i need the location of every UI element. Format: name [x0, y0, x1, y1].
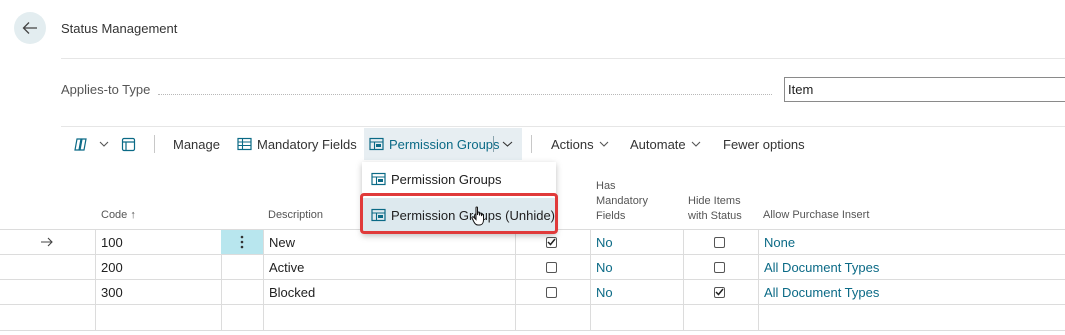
has-mandatory-fields-cell[interactable]: No	[596, 255, 613, 279]
copilot-menu-button[interactable]	[73, 128, 109, 160]
automate-menu-button[interactable]: Automate	[630, 128, 701, 160]
mandatory-checkbox[interactable]	[546, 255, 557, 279]
allow-purchase-insert-cell[interactable]: All Document Types	[764, 255, 879, 279]
open-in-page-button[interactable]	[121, 128, 140, 160]
column-header-description[interactable]: Description	[268, 208, 323, 223]
menu-item-permission-groups[interactable]: Permission Groups	[362, 162, 556, 196]
allow-purchase-insert-cell[interactable]: None	[764, 230, 795, 254]
toolbar-separator	[154, 135, 155, 153]
permission-groups-icon	[371, 208, 387, 223]
checkbox-unchecked-icon	[714, 261, 725, 273]
code-header-label: Code	[101, 209, 128, 221]
checkbox-checked-icon	[714, 286, 725, 298]
description-cell[interactable]: New	[269, 230, 295, 254]
permission-groups-button[interactable]: Permission Groups	[369, 128, 500, 160]
permission-groups-label: Permission Groups	[389, 136, 500, 152]
hide-items-checkbox[interactable]	[714, 255, 725, 279]
column-header-code[interactable]: Code ↑	[101, 208, 136, 223]
empty-new-row[interactable]	[0, 304, 1065, 329]
checkbox-unchecked-icon	[546, 286, 557, 298]
table-row[interactable]: 200 Active No All Document Types	[0, 254, 1065, 279]
description-cell[interactable]: Blocked	[269, 280, 315, 304]
menu-item-label: Permission Groups	[391, 171, 502, 187]
has-mandatory-fields-cell[interactable]: No	[596, 280, 613, 304]
checkbox-unchecked-icon	[714, 236, 725, 248]
checkbox-checked-icon	[546, 236, 557, 248]
action-bar: Manage Mandatory Fields Permission Group…	[61, 128, 1065, 160]
divider	[61, 58, 1065, 59]
current-row-arrow-icon	[40, 230, 60, 254]
hand-pointer-cursor-icon	[471, 206, 487, 233]
manage-menu-button[interactable]: Manage	[173, 128, 220, 160]
header-line: Mandatory	[596, 195, 648, 207]
column-header-allow-purchase-insert[interactable]: Allow Purchase Insert	[763, 208, 869, 223]
column-header-hide-items-with-status[interactable]: Hide Items with Status	[688, 194, 742, 224]
header-line: Fields	[596, 210, 626, 222]
header-line: with Status	[688, 210, 742, 222]
divider	[61, 126, 1065, 127]
permission-groups-icon	[369, 137, 385, 152]
column-header-has-mandatory-fields[interactable]: Has Mandatory Fields	[596, 179, 648, 224]
automate-label: Automate	[630, 136, 686, 152]
copilot-icon	[73, 137, 90, 152]
mandatory-fields-button[interactable]: Mandatory Fields	[237, 128, 357, 160]
toolbar-separator	[531, 135, 532, 153]
page-view-icon	[121, 137, 136, 152]
permission-groups-dropdown-toggle[interactable]	[496, 128, 518, 160]
checkbox-unchecked-icon	[546, 261, 557, 273]
code-cell[interactable]: 200	[101, 255, 123, 279]
code-cell[interactable]: 300	[101, 280, 123, 304]
has-mandatory-fields-cell[interactable]: No	[596, 230, 613, 254]
table-edit-icon	[237, 137, 253, 152]
fewer-options-button[interactable]: Fewer options	[723, 128, 805, 160]
description-cell[interactable]: Active	[269, 255, 304, 279]
table-row[interactable]: 300 Blocked No All Document Types	[0, 279, 1065, 304]
status-management-page: Status Management Applies-to Type Item M…	[0, 0, 1065, 335]
permission-groups-dropdown-menu: Permission Groups Permission Groups (Unh…	[362, 162, 556, 234]
allow-purchase-insert-cell[interactable]: All Document Types	[764, 280, 879, 304]
chevron-down-icon	[599, 141, 609, 147]
actions-menu-button[interactable]: Actions	[551, 128, 609, 160]
menu-item-permission-groups-unhide[interactable]: Permission Groups (Unhide)	[362, 198, 556, 232]
mandatory-checkbox[interactable]	[546, 280, 557, 304]
hide-items-checkbox[interactable]	[714, 230, 725, 254]
actions-label: Actions	[551, 136, 594, 152]
header-line: Hide Items	[688, 195, 741, 207]
page-title: Status Management	[61, 21, 178, 36]
arrow-left-icon	[22, 22, 37, 34]
chevron-down-icon	[99, 141, 109, 147]
hide-items-checkbox[interactable]	[714, 280, 725, 304]
more-vertical-icon	[240, 235, 244, 249]
permission-groups-icon	[371, 172, 387, 187]
sort-ascending-icon: ↑	[130, 209, 136, 221]
chevron-down-icon	[502, 141, 512, 147]
applies-to-type-label: Applies-to Type	[61, 82, 151, 97]
grid-line	[0, 330, 1065, 331]
row-actions-button[interactable]	[221, 230, 263, 254]
code-cell[interactable]: 100	[101, 230, 123, 254]
split-separator	[493, 136, 494, 152]
mandatory-fields-label: Mandatory Fields	[257, 136, 357, 152]
chevron-down-icon	[691, 141, 701, 147]
applies-to-type-input[interactable]: Item	[784, 77, 1065, 102]
header-line: Has	[596, 180, 616, 192]
field-leader-dots	[158, 94, 772, 95]
back-button[interactable]	[14, 12, 46, 44]
